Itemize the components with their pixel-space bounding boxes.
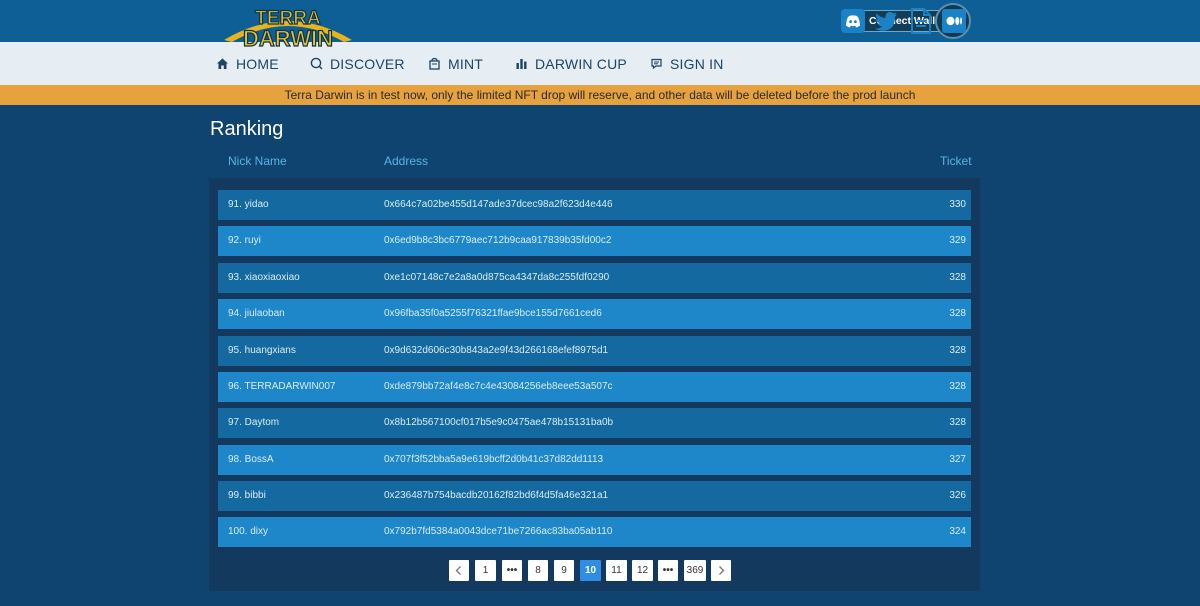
discord-icon	[841, 9, 865, 33]
address-cell: 0x9d632d606c30b843a2e9f43d266168efef8975…	[384, 345, 609, 356]
nav-home-label: HOME	[236, 55, 279, 72]
header-ticket: Ticket	[940, 154, 972, 168]
nav-mint[interactable]: MINT	[428, 42, 483, 85]
address-cell: 0x8b12b567100cf017b5e9c0475ae478b15131ba…	[384, 417, 614, 428]
bar-chart-icon	[516, 59, 527, 69]
nick-cell: 96. TERRADARWIN007	[228, 381, 336, 392]
ticket-cell: 327	[949, 454, 966, 465]
table-row: 100. dixy 0x792b7fd5384a0043dce71be7266a…	[218, 517, 971, 547]
address-cell: 0x236487b754bacdb20162f82bd6f4d5fa46e321…	[384, 490, 609, 501]
nick-cell: 98. BossA	[228, 454, 274, 465]
page-ellipsis[interactable]: •••	[658, 560, 678, 581]
next-page-button[interactable]	[711, 560, 731, 581]
ticket-cell: 328	[949, 308, 966, 319]
ticket-cell: 328	[949, 272, 966, 283]
ticket-cell: 328	[949, 345, 966, 356]
prev-page-button[interactable]	[449, 560, 469, 581]
nav-sign-in-label: SIGN IN	[670, 55, 724, 72]
nav-discover-label: DISCOVER	[330, 55, 405, 72]
medium-link[interactable]	[942, 9, 966, 33]
test-notice-banner: Terra Darwin is in test now, only the li…	[0, 85, 1200, 105]
table-row: 95. huangxians 0x9d632d606c30b843a2e9f43…	[218, 336, 971, 366]
nav-mint-label: MINT	[448, 55, 484, 72]
nick-cell: 92. ruyi	[228, 235, 261, 246]
nick-cell: 97. Daytom	[228, 417, 280, 428]
document-icon	[911, 8, 931, 34]
ticket-cell: 328	[949, 381, 966, 392]
page-button-10[interactable]: 10	[580, 560, 601, 581]
header-nick-name: Nick Name	[228, 154, 287, 168]
address-cell: 0x6ed9b8c3bc6779aec712b9caa917839b35fd00…	[384, 235, 612, 246]
top-bar	[0, 0, 1200, 42]
address-cell: 0x707f3f52bba5a9e619bcff2d0b41c37d82dd11…	[384, 454, 604, 465]
address-cell: 0x96fba35f0a5255f76321ffae9bce155d7661ce…	[384, 308, 602, 319]
address-cell: 0xde879bb72af4e8c7c4e43084256eb8eee53a50…	[384, 381, 613, 392]
address-cell: 0x664c7a02be455d147ade37dcec98a2f623d4e4…	[384, 199, 613, 210]
ticket-cell: 328	[949, 417, 966, 428]
table-row: 99. bibbi 0x236487b754bacdb20162f82bd6f4…	[218, 481, 971, 511]
bag-icon	[429, 57, 440, 70]
page-ellipsis[interactable]: •••	[502, 560, 522, 581]
page-button-1[interactable]: 1	[475, 560, 496, 581]
table-row: 96. TERRADARWIN007 0xde879bb72af4e8c7c4e…	[218, 372, 971, 402]
ticket-cell: 330	[949, 199, 966, 210]
page-button-11[interactable]: 11	[606, 560, 627, 581]
nick-cell: 95. huangxians	[228, 345, 296, 356]
address-cell: 0x792b7fd5384a0043dce71be7266ac83ba05ab1…	[384, 526, 613, 537]
page-button-369[interactable]: 369	[684, 560, 706, 581]
nick-cell: 99. bibbi	[228, 490, 266, 501]
address-cell: 0xe1c07148c7e2a8a0d875ca4347da8c255fdf02…	[384, 272, 610, 283]
nav-sign-in[interactable]: SIGN IN	[650, 42, 724, 85]
ticket-cell: 326	[949, 490, 966, 501]
header-address: Address	[384, 154, 429, 168]
discord-link[interactable]	[841, 9, 865, 33]
terra-darwin-logo[interactable]: TERRA DARWIN	[214, 2, 362, 52]
nick-cell: 94. jiulaoban	[228, 308, 285, 319]
table-row: 94. jiulaoban 0x96fba35f0a5255f76321ffae…	[218, 299, 971, 329]
page-button-8[interactable]: 8	[528, 560, 548, 581]
table-row: 98. BossA 0x707f3f52bba5a9e619bcff2d0b41…	[218, 445, 971, 475]
nick-cell: 91. yidao	[228, 199, 269, 210]
chevron-left-icon	[455, 566, 461, 575]
page-button-12[interactable]: 12	[632, 560, 653, 581]
nav-darwin-cup-label: DARWIN CUP	[535, 55, 627, 72]
home-icon	[217, 58, 228, 69]
search-icon	[310, 57, 323, 70]
medium-icon	[942, 9, 966, 33]
table-row: 97. Daytom 0x8b12b567100cf017b5e9c0475ae…	[218, 408, 971, 438]
page-button-9[interactable]: 9	[554, 560, 574, 581]
twitter-icon	[875, 12, 897, 31]
docs-link[interactable]	[909, 8, 933, 34]
nick-cell: 93. xiaoxiaoxiao	[228, 272, 300, 283]
logo-line2: DARWIN	[243, 26, 333, 51]
table-row: 93. xiaoxiaoxiao 0xe1c07148c7e2a8a0d875c…	[218, 263, 971, 293]
page-title: Ranking	[210, 118, 284, 140]
table-row: 91. yidao 0x664c7a02be455d147ade37dcec98…	[218, 190, 971, 220]
nick-cell: 100. dixy	[228, 526, 269, 537]
twitter-link[interactable]	[874, 9, 898, 33]
chevron-right-icon	[719, 566, 725, 575]
ticket-cell: 329	[949, 235, 966, 246]
ticket-cell: 324	[949, 526, 966, 537]
nav-darwin-cup[interactable]: DARWIN CUP	[515, 42, 627, 85]
chat-icon	[651, 58, 662, 70]
table-row: 92. ruyi 0x6ed9b8c3bc6779aec712b9caa9178…	[218, 226, 971, 256]
